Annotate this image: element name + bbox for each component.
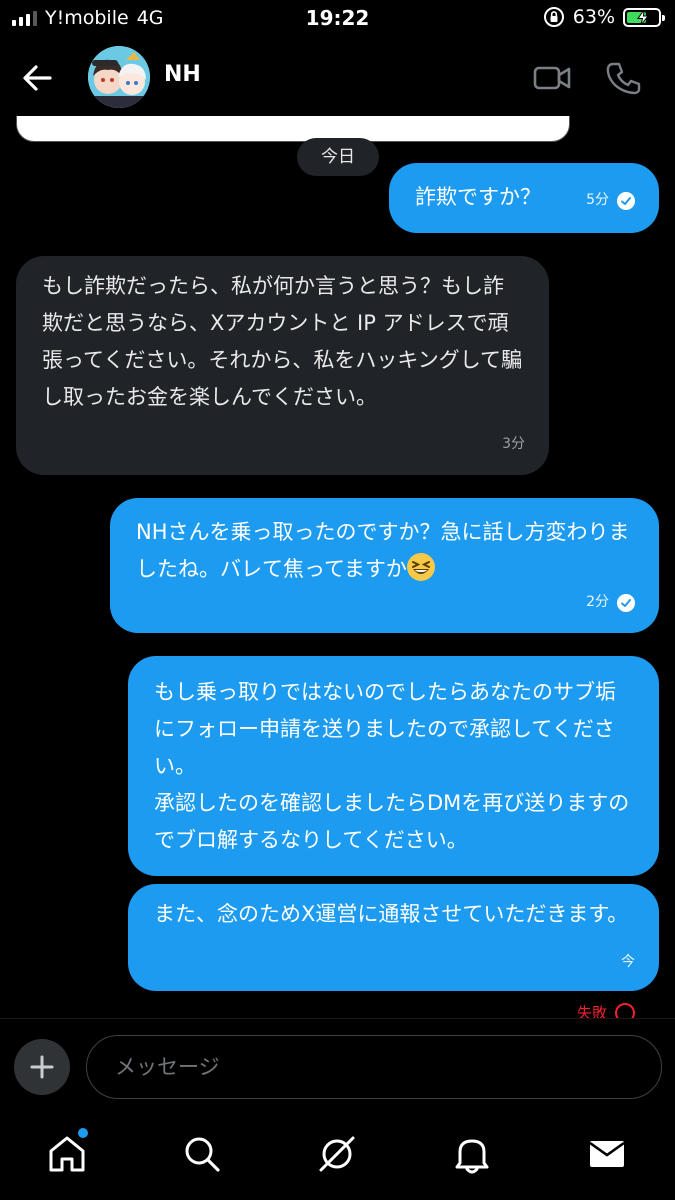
notifications-bell-icon[interactable] (450, 1132, 494, 1176)
message-meta: 3分 (502, 426, 525, 463)
conversation-header: NH (0, 40, 675, 116)
add-media-button[interactable] (14, 1039, 70, 1095)
message-composer: メッセージ (0, 1018, 675, 1118)
outgoing-message[interactable]: NHさんを乗っ取ったのですか？急に話し方変わりましたね。バレて焦ってますか 2分 (110, 498, 659, 633)
message-text: もし詐欺だったら、私が何か言うと思う？もし詐欺だと思うなら、Xアカウントと IP… (42, 274, 523, 409)
status-right: 63% (543, 6, 665, 28)
back-arrow-icon[interactable] (18, 58, 58, 98)
search-icon[interactable] (180, 1132, 224, 1176)
grinning-squinting-face-icon (406, 553, 435, 581)
plus-icon (30, 1055, 54, 1079)
status-bar: Y!mobile 4G 19:22 63% (0, 0, 675, 40)
outgoing-message[interactable]: もし乗っ取りではないのでしたらあなたのサブ垢にフォロー申請を送りましたので承認し… (128, 656, 659, 876)
notification-dot (78, 1128, 88, 1138)
orientation-lock-icon (543, 7, 564, 27)
messages-envelope-icon[interactable] (585, 1132, 629, 1176)
grok-icon[interactable] (315, 1132, 359, 1176)
send-failed-indicator[interactable]: 失敗 (577, 1002, 635, 1018)
battery-icon (623, 7, 665, 27)
error-icon[interactable] (615, 1002, 635, 1018)
battery-percent: 63% (572, 6, 615, 28)
home-icon[interactable] (45, 1132, 89, 1176)
message-text: もし乗っ取りではないのでしたらあなたのサブ垢にフォロー申請を送りましたので承認し… (154, 680, 630, 852)
send-failed-label: 失敗 (576, 1004, 607, 1018)
message-meta: 2分 (586, 584, 635, 621)
contact-avatar[interactable] (88, 46, 150, 108)
video-call-icon[interactable] (532, 60, 572, 96)
message-text: NHさんを乗っ取ったのですか？急に話し方変わりましたね。バレて焦ってますか (136, 520, 630, 581)
message-time: 5分 (586, 192, 609, 208)
read-check-icon (617, 191, 635, 210)
incoming-message[interactable]: もし詐欺だったら、私が何か言うと思う？もし詐欺だと思うなら、Xアカウントと IP… (16, 256, 549, 475)
message-time: 3分 (502, 436, 525, 452)
outgoing-message[interactable]: また、念のためX運営に通報させていただきます。 今 (128, 884, 659, 991)
message-input[interactable]: メッセージ (86, 1035, 662, 1099)
message-meta: 今 (621, 944, 635, 981)
message-time: 2分 (586, 594, 609, 610)
message-thread[interactable]: 今日 詐欺ですか？ 5分 もし詐欺だったら、私が何か言うと思う？もし詐欺だと思う… (0, 116, 675, 1018)
previous-message-card[interactable] (16, 116, 570, 142)
outgoing-message[interactable]: 詐欺ですか？ 5分 (389, 163, 659, 233)
bottom-navigation (0, 1118, 675, 1200)
message-time: 今 (621, 954, 635, 970)
read-check-icon (617, 593, 635, 612)
contact-name[interactable]: NH (164, 62, 201, 87)
message-text: また、念のためX運営に通報させていただきます。 (154, 902, 629, 926)
date-separator: 今日 (297, 138, 379, 176)
message-meta: 5分 (586, 182, 635, 219)
phone-call-icon[interactable] (604, 60, 644, 96)
